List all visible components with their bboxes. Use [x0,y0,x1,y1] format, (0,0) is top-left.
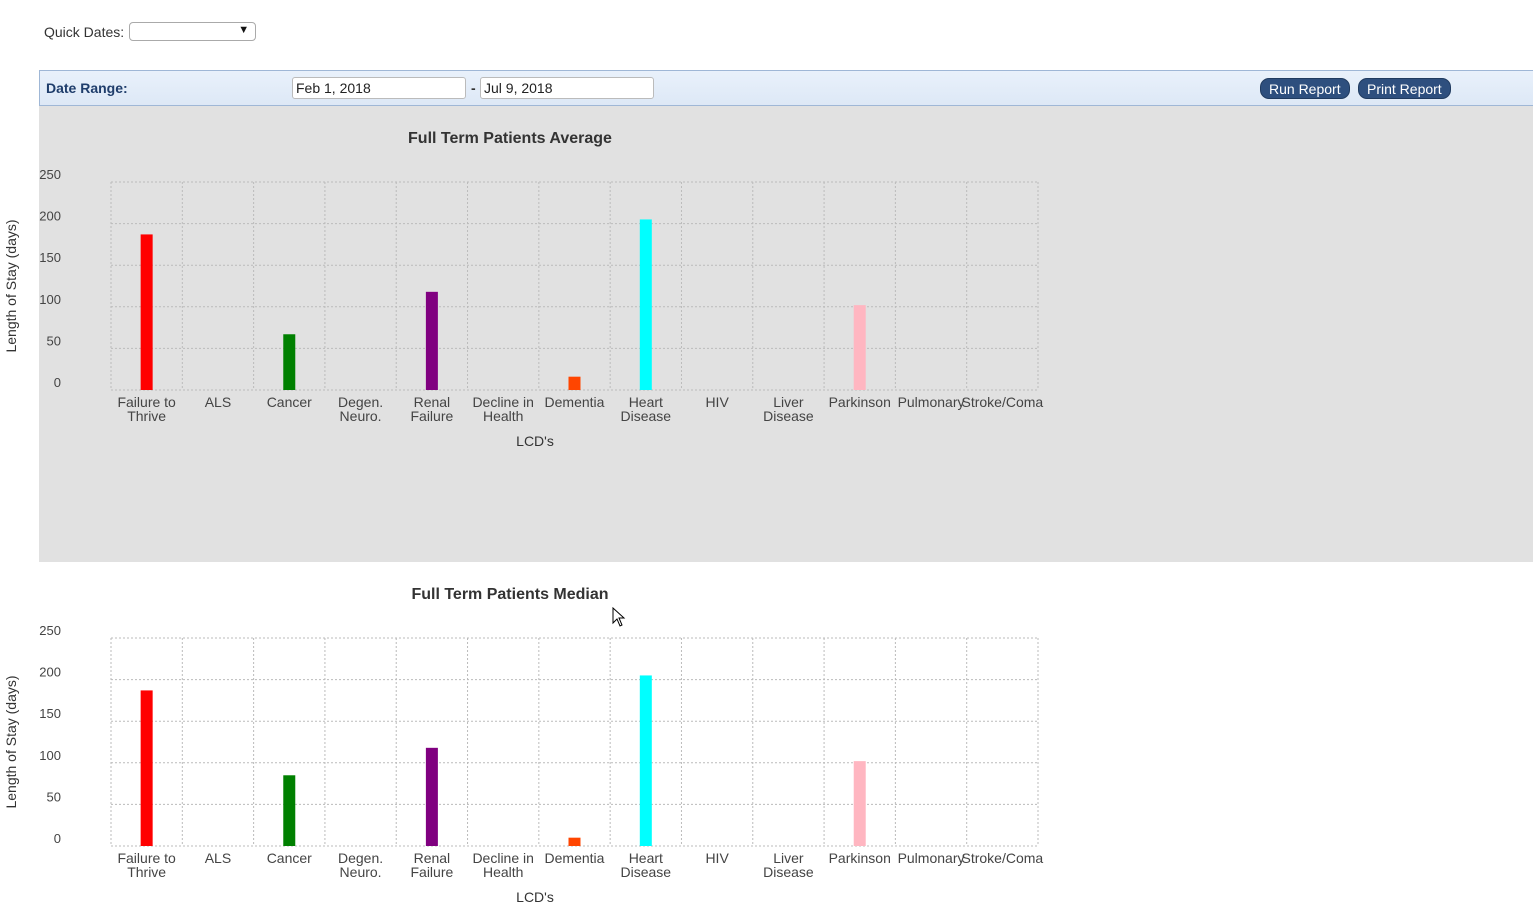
mouse-cursor-icon [612,607,626,627]
quick-dates-select[interactable]: ▼ [129,22,257,41]
y-tick-label: 0 [54,831,61,846]
x-tick-label: Pulmonary [898,394,965,410]
x-tick-label: Renal Failure [410,850,453,880]
bar-renal-failure[interactable] [425,291,438,390]
x-tick-label: HIV [705,850,729,866]
x-tick-label: Dementia [545,394,605,410]
chart-title: Full Term Patients Average [408,130,612,147]
average-chart: Full Term Patients Average 0 50 100 150 200 25… [3,130,1043,449]
x-tick-label: Dementia [545,850,605,866]
y-axis-label: Length of Stay (days) [3,675,19,808]
x-axis-label: LCD's [516,433,554,449]
start-date-input[interactable] [292,77,466,99]
bar-cancer[interactable] [283,334,296,390]
x-tick-label: Failure to Thrive [117,394,176,424]
quick-dates-label: Quick Dates: [44,23,125,40]
x-tick-label: Decline in Health [472,394,533,424]
y-tick-label: 200 [39,665,61,680]
x-tick-label: Pulmonary [898,850,965,866]
x-tick-label: ALS [205,850,231,866]
x-tick-label: Failure to Thrive [117,850,176,880]
y-tick-label: 250 [39,623,61,638]
y-tick-label: 50 [47,333,61,348]
x-tick-label: Liver Disease [763,850,814,880]
x-tick-label: HIV [705,394,729,410]
x-tick-label: Liver Disease [763,394,814,424]
x-tick-label: Decline in Health [472,850,533,880]
date-range-toolbar: Date Range: - Run Report Print Report [39,70,1533,106]
x-tick-label: Stroke/Coma [961,394,1043,410]
y-tick-label: 100 [39,292,61,307]
x-tick-label: Degen. Neuro. [338,850,383,880]
date-range-label: Date Range: [46,80,128,96]
x-tick-label: Cancer [267,850,312,866]
x-tick-label: Renal Failure [410,394,453,424]
x-tick-label: Heart Disease [621,394,672,424]
bar-cancer[interactable] [283,775,296,846]
x-tick-label: Parkinson [829,850,891,866]
x-tick-label: ALS [205,394,231,410]
chevron-down-icon: ▼ [238,24,250,36]
x-tick-label: Cancer [267,394,312,410]
quick-dates: Quick Dates: ▼ [44,22,257,41]
y-tick-label: 200 [39,209,61,224]
x-tick-label: Parkinson [829,394,891,410]
y-tick-label: 100 [39,748,61,763]
x-axis-label: LCD's [516,889,554,905]
bar-parkinson[interactable] [853,761,866,846]
bar-heart-disease[interactable] [639,219,652,390]
bar-dementia[interactable] [568,837,581,846]
run-report-button[interactable]: Run Report [1260,78,1350,99]
x-tick-label: Heart Disease [621,850,672,880]
bar-parkinson[interactable] [853,305,866,390]
bar-dementia[interactable] [568,376,581,390]
bar-renal-failure[interactable] [425,747,438,846]
end-date-input[interactable] [480,77,654,99]
bar-failure-to-thrive[interactable] [140,690,153,846]
median-chart: Full Term Patients Median 0 50 100 150 200 250… [3,586,1043,905]
y-tick-label: 250 [39,167,61,182]
x-tick-label: Degen. Neuro. [338,394,383,424]
bar-heart-disease[interactable] [639,675,652,846]
chart-title: Full Term Patients Median [411,586,608,603]
y-axis-label: Length of Stay (days) [3,219,19,352]
y-tick-label: 150 [39,250,61,265]
print-report-button[interactable]: Print Report [1358,78,1451,99]
x-tick-label: Stroke/Coma [961,850,1043,866]
y-tick-label: 50 [47,789,61,804]
bar-failure-to-thrive[interactable] [140,234,153,390]
y-tick-label: 150 [39,706,61,721]
y-tick-label: 0 [54,375,61,390]
date-separator: - [471,80,476,96]
